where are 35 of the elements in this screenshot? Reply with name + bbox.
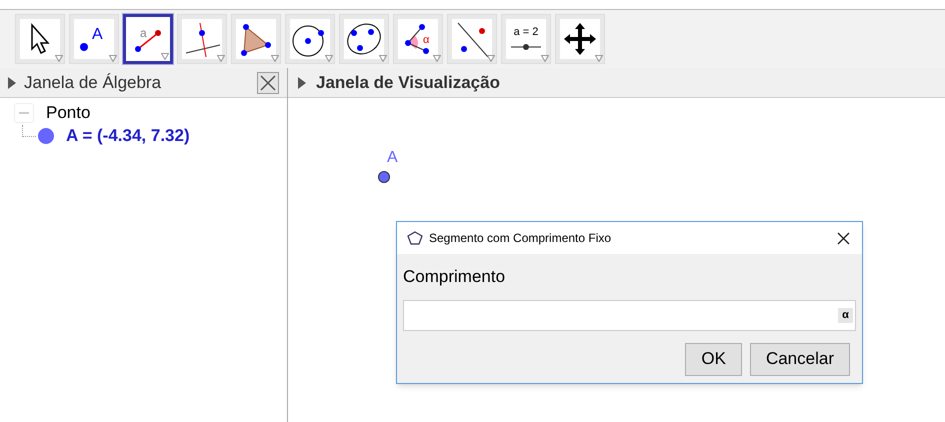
dropdown-triangle-icon [161,53,169,60]
dropdown-triangle-icon [217,55,225,62]
dropdown-triangle-icon [55,55,63,62]
dialog-button[interactable]: Cancelar [750,342,850,376]
close-button[interactable] [257,72,279,94]
dialog-button[interactable]: OK [685,342,742,376]
panel-title: Janela de Álgebra [24,72,162,94]
dropdown-triangle-icon [325,55,333,62]
point[interactable] [378,171,390,183]
dropdown-triangle-icon [379,55,387,62]
tool-button[interactable] [555,14,605,64]
field-label: Comprimento [402,266,506,288]
dropdown-triangle-icon [541,55,549,62]
input-field[interactable]: α [403,300,856,330]
collapse-triangle-icon[interactable] [8,76,16,88]
dropdown-triangle-icon [433,55,441,62]
dropdown-triangle-icon [271,55,279,62]
collapse-triangle-icon[interactable] [298,76,306,88]
panel-title: Janela de Visualização [316,72,500,94]
tool-button[interactable] [339,14,389,64]
symbol-button[interactable]: α [838,308,853,322]
pentagon-icon [407,231,423,245]
tool-button[interactable] [447,14,497,64]
object-definition[interactable]: A = (-4.34, 7.32) [66,123,190,149]
tool-button[interactable] [231,14,281,64]
tool-button[interactable] [285,14,335,64]
point-label: A [387,148,398,168]
dropdown-triangle-icon [487,55,495,62]
tree-toggle[interactable] [14,103,34,123]
dialog-title: Segmento com Comprimento Fixo [429,230,612,247]
category-label: Ponto [46,102,90,124]
dropdown-triangle-icon [109,55,117,62]
tool-button[interactable] [177,14,227,64]
dropdown-triangle-icon [595,55,603,62]
tool-button[interactable] [15,14,65,64]
